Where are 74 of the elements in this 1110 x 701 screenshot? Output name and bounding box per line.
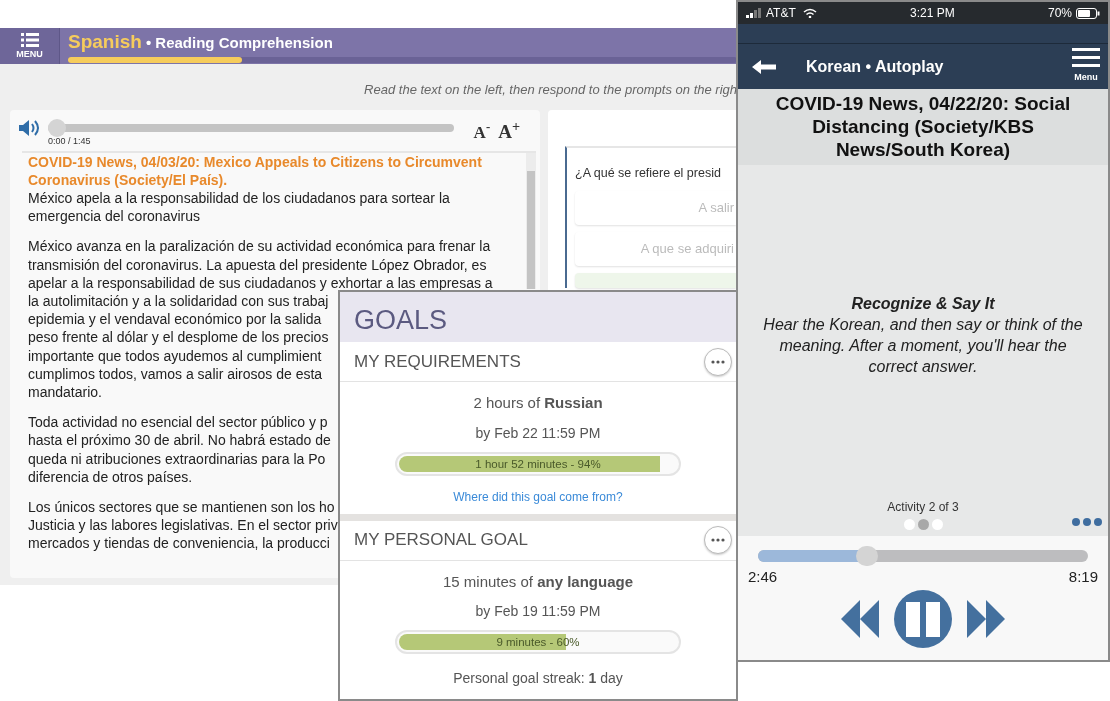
article-text-line: México avanza en la paralización de su actividad económica para frenar la [28,237,491,256]
more-icon [711,359,725,364]
article-title: COVID-19 News, 04/03/20: Mexico Appeals to Citizens to Circumvent [28,152,482,171]
article-text-line: emergencia del coronavirus [28,207,200,226]
fast-forward-icon [967,598,1005,639]
pause-icon [893,588,953,649]
menu-icon [1072,48,1100,69]
signal-icon [746,8,762,18]
article-text-line: diferencia de otros países. [28,467,193,486]
more-button[interactable] [704,526,732,554]
battery-label: 70% [1047,5,1072,22]
page-dot[interactable] [931,519,943,530]
answer-option[interactable] [575,272,736,288]
fast-forward-button[interactable] [967,598,1005,639]
scrollbar[interactable] [526,152,536,289]
clock-label: 3:21 PM [910,5,955,22]
more-icon[interactable] [1072,518,1102,526]
header-title: Korean • Autoplay [806,56,945,77]
activity-label: Activity 2 of 3 [887,499,959,516]
section-heading: MY REQUIREMENTS [354,350,521,373]
article-text-line: queda ni atribuciones extraordinarias para la Po [28,449,326,468]
goal-text: 2 hours of Russian [472,393,604,413]
goal-deadline: by Feb 19 11:59 PM [474,602,602,621]
article-text-line: mercados y tiendas de conveniencia, la producci [28,534,330,553]
article-text-line: hasta el próximo 30 de abril. No habrá estado de [28,431,331,450]
section-heading: MY PERSONAL GOAL [354,529,528,552]
speaker-icon[interactable] [18,118,40,138]
playback-thumb[interactable] [855,546,878,566]
more-button[interactable] [704,347,732,376]
goal-text: 15 minutes of any language [441,571,635,592]
question-text: ¿A qué se refiere el presid [575,166,721,180]
page-dot[interactable] [917,519,929,530]
prompt-heading: Recognize & Say It [850,294,996,314]
goal-source-link[interactable]: Where did this goal come from? [453,489,623,504]
rewind-button[interactable] [841,598,879,639]
activity-title: • Reading Comprehension [145,33,333,53]
pause-button[interactable] [893,588,953,649]
time-label: 0:00 / 1:45 [48,136,91,146]
article-title: Coronavirus (Society/El País). [28,170,228,189]
article-text-line: Justicia y las labores legislativas. En el sector priv [28,516,338,535]
back-arrow-icon [752,60,776,75]
more-icon [711,538,725,542]
decrease-font-button[interactable]: A$^{-}$ [469,118,495,147]
instruction-text: Read the text on the left, then respond to the prompts on the righ [364,82,737,97]
increase-font-button[interactable]: A$^{+}$ [494,118,524,147]
language-title: Spanish [68,31,142,53]
menu-icon [20,33,39,47]
article-text-line: la autolimitación y a la solidaridad con sus trabaj [28,291,329,311]
total-time: 8:19 [1068,567,1098,587]
goals-header: GOALS [340,292,736,342]
battery-icon [1076,7,1100,19]
wifi-icon [802,8,817,18]
goal-deadline: by Feb 22 11:59 PM [474,423,602,443]
audio-thumb[interactable] [48,119,66,137]
menu-button[interactable]: Menu [1072,48,1100,85]
streak-text: Personal goal streak: 1 day [453,670,623,686]
article-text-line: Toda actividad no esencial del sector público y p [28,413,328,432]
article-text-line: cumplimos todos, vamos a salir airosos de esta [28,364,323,383]
article-text-line: transmisión del coronavirus. La apuesta del presidente López Obrador, es [28,255,487,274]
article-text-line: peso frente al dólar y el desplome de los precios [28,328,329,347]
lesson-title: COVID-19 News, 04/22/20: Social Distancing (Society/KBS News/South Korea) [738,89,1108,165]
article-text-line: México apela a la responsabilidad de los ciudadanos para sortear la [28,188,450,208]
page-dot[interactable] [903,519,915,530]
prompt-text: Hear the Korean, and then say or think of the meaning. After a moment, you'll hear the correct answer. [762,315,1084,377]
article-text-line: mandatario. [28,382,102,402]
rewind-icon [841,598,879,639]
article-text-line: Los únicos sectores que se mantienen son los ho [28,497,335,517]
carrier-label: AT&T [766,5,796,22]
goal-progress-label: 1 hour 52 minutes - 94% [474,456,602,472]
article-text-line: importante que todos ayudemos al cumplimient [28,346,322,365]
elapsed-time: 2:46 [748,567,778,587]
menu-button[interactable]: MENU [0,28,60,64]
article-text-line: epidemia y el vendaval económico por la salida [28,310,322,329]
article-text-line: apelar a la responsabilidad de sus ciudadanos y exhortar a las empresas a [28,273,493,292]
